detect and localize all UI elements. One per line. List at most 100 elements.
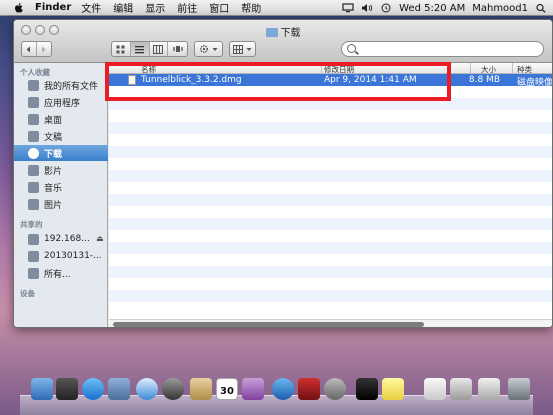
disk-image-dock-icon[interactable] (478, 378, 500, 400)
empty-row (109, 194, 552, 206)
apple-menu-icon[interactable] (13, 2, 25, 14)
menu-edit[interactable]: 编辑 (113, 0, 133, 15)
volume-icon[interactable] (361, 3, 373, 13)
empty-row (109, 134, 552, 146)
itunes-dock-icon[interactable] (272, 378, 294, 400)
menu-go[interactable]: 前往 (177, 0, 197, 15)
sidebar-item-shared-server[interactable]: 192.168... ⏏ (14, 231, 108, 247)
forward-button[interactable] (37, 42, 51, 56)
search-field[interactable] (341, 41, 544, 57)
dashboard-dock-icon[interactable] (56, 378, 78, 400)
column-divider[interactable] (512, 63, 513, 74)
sidebar-item-label: 下载 (44, 149, 63, 160)
sidebar-item-label: 图片 (44, 200, 63, 211)
icon-view-button[interactable] (112, 42, 131, 56)
chevron-down-icon (246, 47, 252, 51)
network-icon (28, 267, 39, 279)
photo-booth-dock-icon[interactable] (298, 378, 320, 400)
empty-row (109, 278, 552, 290)
action-menu-button[interactable] (194, 41, 223, 57)
sidebar-item-all-my-files[interactable]: 我的所有文件 (14, 77, 108, 93)
arrange-menu-button[interactable] (229, 41, 256, 57)
sidebar-item-desktop[interactable]: 桌面 (14, 111, 108, 127)
empty-row (109, 206, 552, 218)
applications-icon (28, 96, 39, 108)
back-arrow-icon (26, 46, 31, 52)
finder-dock-icon[interactable] (31, 378, 53, 400)
sidebar-header-devices: 设备 (20, 289, 35, 298)
sidebar-item-pictures[interactable]: 图片 (14, 196, 108, 212)
file-list: 名称 修改日期 大小 种类 Tunnelblick_3.3.2.dmg Apr … (109, 63, 552, 327)
view-mode-control (111, 41, 188, 57)
sidebar-item-movies[interactable]: 影片 (14, 162, 108, 178)
empty-row (109, 110, 552, 122)
sidebar-item-label: 我的所有文件 (44, 81, 99, 92)
column-divider[interactable] (470, 63, 471, 74)
app-store-dock-icon[interactable] (82, 378, 104, 400)
sidebar-item-applications[interactable]: 应用程序 (14, 94, 108, 110)
column-view-button[interactable] (150, 42, 169, 56)
spotlight-icon[interactable] (535, 3, 547, 13)
calendar-dock-icon[interactable]: 30 (216, 378, 238, 400)
window-title: 下载 (14, 24, 552, 39)
eject-icon[interactable]: ⏏ (96, 234, 104, 243)
sidebar-item-label: 20130131-... (44, 251, 102, 261)
back-button[interactable] (22, 42, 37, 56)
movies-icon (28, 164, 39, 176)
pictures-icon (28, 198, 39, 210)
trash-dock-icon[interactable] (508, 378, 530, 400)
clock[interactable]: Wed 5:20 AM (399, 3, 465, 14)
highlight-box (105, 62, 451, 101)
sidebar-item-label: 192.168... (44, 234, 90, 244)
stickies-dock-icon[interactable] (382, 378, 404, 400)
menu-bar: Finder 文件 编辑 显示 前往 窗口 帮助 Wed 5:20 AM Mah… (0, 0, 553, 16)
sidebar-item-music[interactable]: 音乐 (14, 179, 108, 195)
sidebar-item-shared-computer[interactable]: 20130131-... (14, 248, 108, 264)
document-dock-icon[interactable] (424, 378, 446, 400)
terminal-dock-icon[interactable] (356, 378, 378, 400)
window-title-text: 下载 (280, 28, 301, 39)
coverflow-icon (172, 45, 183, 52)
chevron-down-icon (212, 47, 218, 51)
menu-view[interactable]: 显示 (145, 0, 165, 15)
documents-icon (28, 130, 39, 142)
sidebar-item-label: 文稿 (44, 132, 63, 143)
sidebar-item-documents[interactable]: 文稿 (14, 128, 108, 144)
gear-icon (199, 44, 209, 54)
folder-icon (265, 28, 278, 37)
system-preferences-dock-icon[interactable] (324, 378, 346, 400)
display-icon[interactable] (342, 3, 354, 13)
empty-row (109, 242, 552, 254)
horizontal-scrollbar[interactable] (109, 319, 552, 327)
sidebar-item-label: 应用程序 (44, 98, 81, 109)
forward-arrow-icon (42, 46, 46, 52)
empty-row (109, 170, 552, 182)
time-machine-icon[interactable] (380, 3, 392, 13)
preview-dock-icon[interactable] (108, 378, 130, 400)
downloads-stack-dock-icon[interactable] (450, 378, 472, 400)
menu-file[interactable]: 文件 (81, 0, 101, 15)
window-toolbar: 下载 (14, 20, 552, 63)
icon-view-icon (116, 45, 125, 53)
calendar-day: 30 (220, 385, 234, 397)
sidebar-header-shared: 共享的 (20, 220, 43, 229)
sidebar: 个人收藏 我的所有文件 应用程序 桌面 文稿 下载 影片 音乐 图片 共享的 1… (14, 63, 108, 327)
menu-help[interactable]: 帮助 (241, 0, 261, 15)
facetime-dock-icon[interactable] (162, 378, 184, 400)
back-forward-control (21, 41, 52, 57)
contacts-dock-icon[interactable] (190, 378, 212, 400)
music-icon (28, 181, 39, 193)
server-icon (28, 233, 39, 245)
sidebar-item-shared-all[interactable]: 所有... (14, 265, 108, 281)
coverflow-view-button[interactable] (168, 42, 187, 56)
photos-dock-icon[interactable] (242, 378, 264, 400)
sidebar-item-downloads[interactable]: 下载 (14, 145, 108, 161)
scrollbar-thumb[interactable] (113, 322, 424, 327)
safari-dock-icon[interactable] (136, 378, 158, 400)
sidebar-item-label: 影片 (44, 166, 63, 177)
arrange-icon (233, 44, 243, 54)
menu-window[interactable]: 窗口 (209, 0, 229, 15)
menu-app-finder[interactable]: Finder (35, 2, 71, 13)
list-view-button[interactable] (130, 42, 150, 56)
user-menu[interactable]: Mahmood1 (472, 3, 528, 14)
